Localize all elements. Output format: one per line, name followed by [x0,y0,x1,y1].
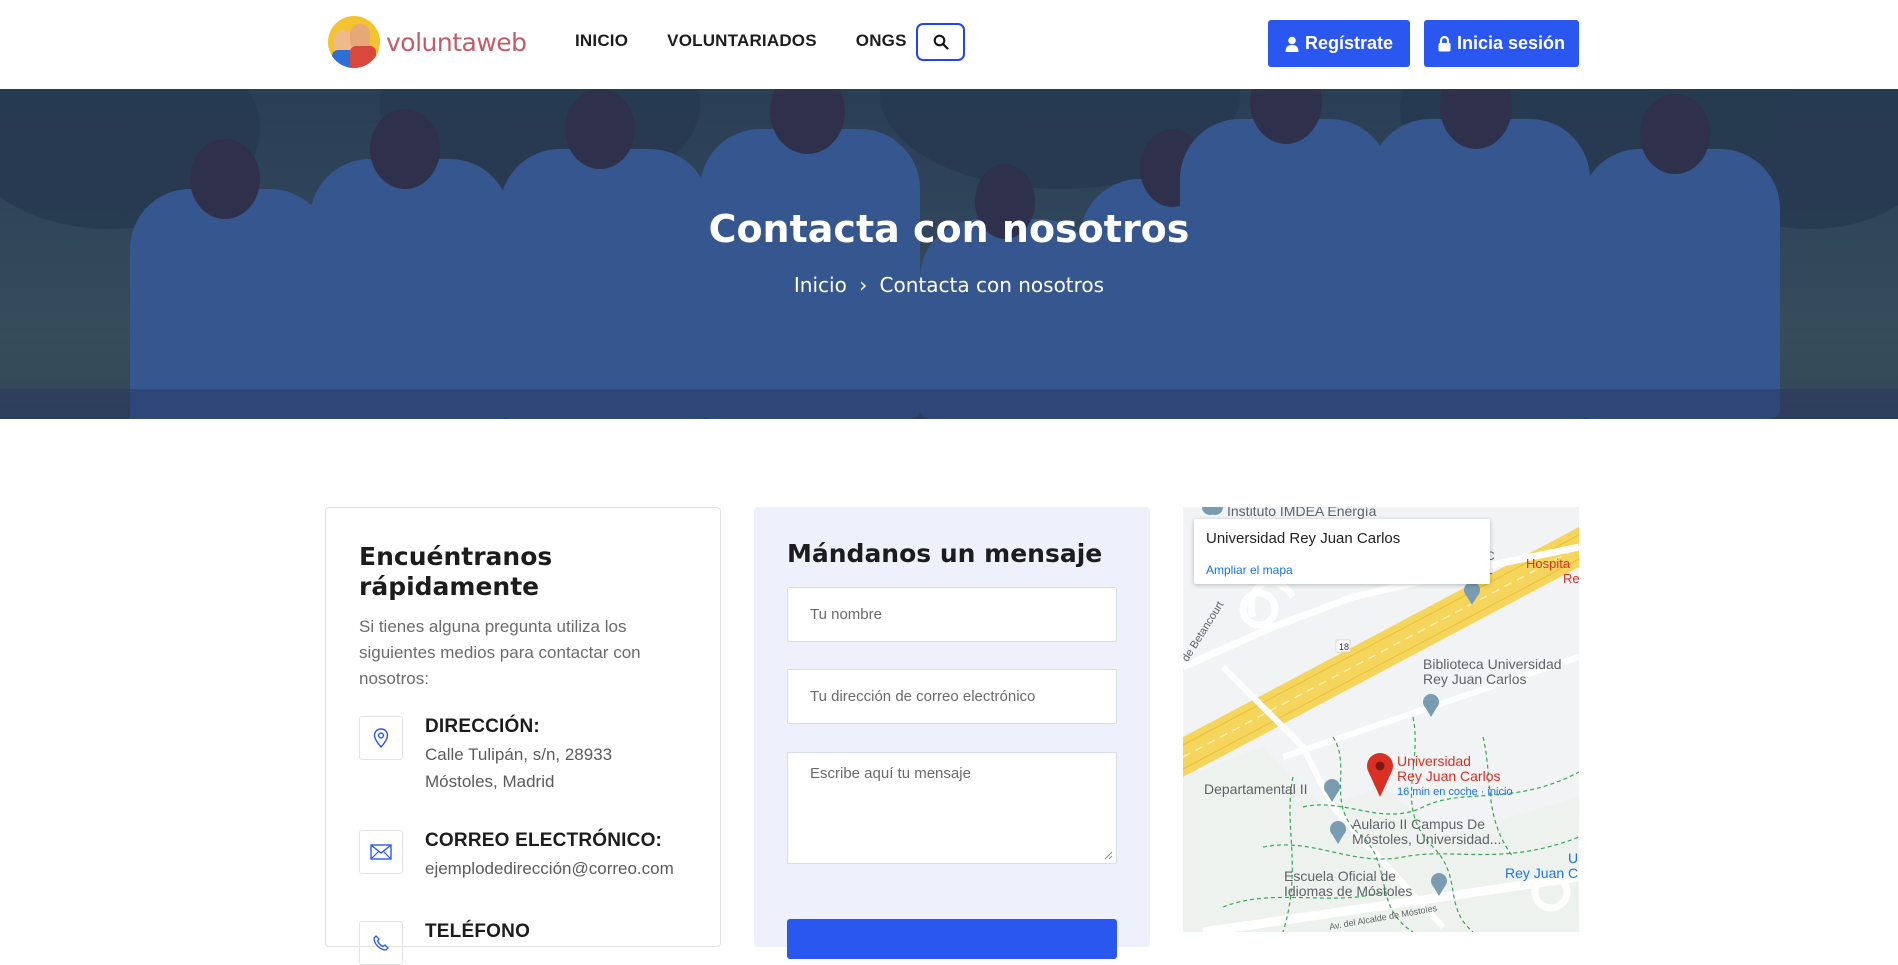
map-label-univ-right-2: Rey Juan C [1505,865,1579,881]
site-header: voluntaweb INICIO VOLUNTARIADOS ONGS Reg… [0,0,1898,89]
info-card-title: Encuéntranos rápidamente [359,542,553,601]
send-message-button[interactable] [787,919,1117,959]
email-item: CORREO ELECTRÓNICO: ejemplodedirección@c… [359,830,695,882]
contact-info-card: Encuéntranos rápidamente Si tienes algun… [325,507,721,965]
email-input[interactable]: Tu dirección de correo electrónico [787,669,1117,724]
contact-form-card: Mándanos un mensaje Tu nombre Tu direcci… [754,507,1150,959]
message-textarea[interactable]: Escribe aquí tu mensaje [787,752,1117,864]
embedded-map[interactable]: Instituto IMDEA Energía Hospita Re C L d… [1183,507,1579,932]
info-card-intro: Si tienes alguna pregunta utiliza los si… [359,617,641,688]
map-label-aulario-2: Móstoles, Universidad... [1352,831,1502,847]
map-label-univ-right-1: Univers [1568,850,1579,866]
address-label: DIRECCIÓN: [425,716,540,737]
map-label-road-18: 18 [1339,642,1350,652]
map-label-hospital: Hospita [1526,556,1571,571]
email-value[interactable]: ejemplodedirección@correo.com [425,855,695,882]
phone-icon [373,935,389,951]
form-card-title: Mándanos un mensaje [787,539,1103,568]
page-title: Contacta con nosotros [708,207,1190,251]
register-label: Regístrate [1304,33,1394,53]
register-button[interactable]: Regístrate [1268,20,1410,67]
breadcrumb-separator: › [859,273,868,297]
map-label-aulario-1: Aulario II Campus De [1352,816,1486,832]
hero-overlay [0,89,1898,419]
login-label: Inicia sesión [1456,33,1566,53]
login-button[interactable]: Inicia sesión [1424,20,1579,67]
map-label-hospital-2: Re [1563,571,1579,586]
map-label-urjc-2: Rey Juan Carlos [1397,768,1501,784]
location-pin-icon [373,728,389,748]
message-placeholder: Escribe aquí tu mensaje [810,765,971,782]
map-label-biblioteca-1: Biblioteca Universidad [1423,656,1562,672]
search-button[interactable] [916,23,965,61]
phone-item: TELÉFONO [359,921,530,965]
map-label-biblioteca-2: Rey Juan Carlos [1423,671,1527,687]
search-icon [933,34,949,50]
enlarge-map-link[interactable]: Ampliar el mapa [1206,563,1293,577]
hero-banner: Contacta con nosotros Inicio › Contacta … [0,89,1898,419]
nav-item-ongs[interactable]: ONGS [856,31,907,51]
email-label: CORREO ELECTRÓNICO: [425,830,663,851]
envelope-icon [370,844,392,860]
breadcrumb-home[interactable]: Inicio [794,273,847,297]
user-icon [1285,36,1299,52]
map-label-departamental: Departamental II [1204,781,1308,797]
map-label-imdea: Instituto IMDEA Energía [1227,507,1377,519]
map-label-drive-time: 16 min en coche · inicio [1397,786,1513,798]
nav-item-voluntariados[interactable]: VOLUNTARIADOS [667,31,817,51]
logo-people-icon [328,16,380,68]
breadcrumb-current: Contacta con nosotros [879,273,1105,297]
breadcrumb: Inicio › Contacta con nosotros [0,273,1898,297]
address-item: DIRECCIÓN: Calle Tulipán, s/n, 28933 Mós… [359,716,655,795]
resize-handle-icon[interactable] [1104,851,1113,860]
map-label-escuela-2: Idiomas de Móstoles [1284,883,1413,899]
main-nav: INICIO VOLUNTARIADOS ONGS [575,31,946,51]
nav-item-inicio[interactable]: INICIO [575,31,628,51]
logo-text: voluntaweb [386,27,527,57]
map-label-escuela-1: Escuela Oficial de [1284,868,1397,884]
logo[interactable]: voluntaweb [328,16,527,68]
map-label-urjc-1: Universidad [1397,753,1471,769]
map-popup-title: Universidad Rey Juan Carlos [1206,530,1401,547]
phone-label: TELÉFONO [425,921,531,942]
map-info-popup: Universidad Rey Juan Carlos Ampliar el m… [1194,519,1490,584]
address-value: Calle Tulipán, s/n, 28933 Móstoles, Madr… [425,745,613,791]
name-input[interactable]: Tu nombre [787,587,1117,642]
lock-icon [1438,35,1451,51]
